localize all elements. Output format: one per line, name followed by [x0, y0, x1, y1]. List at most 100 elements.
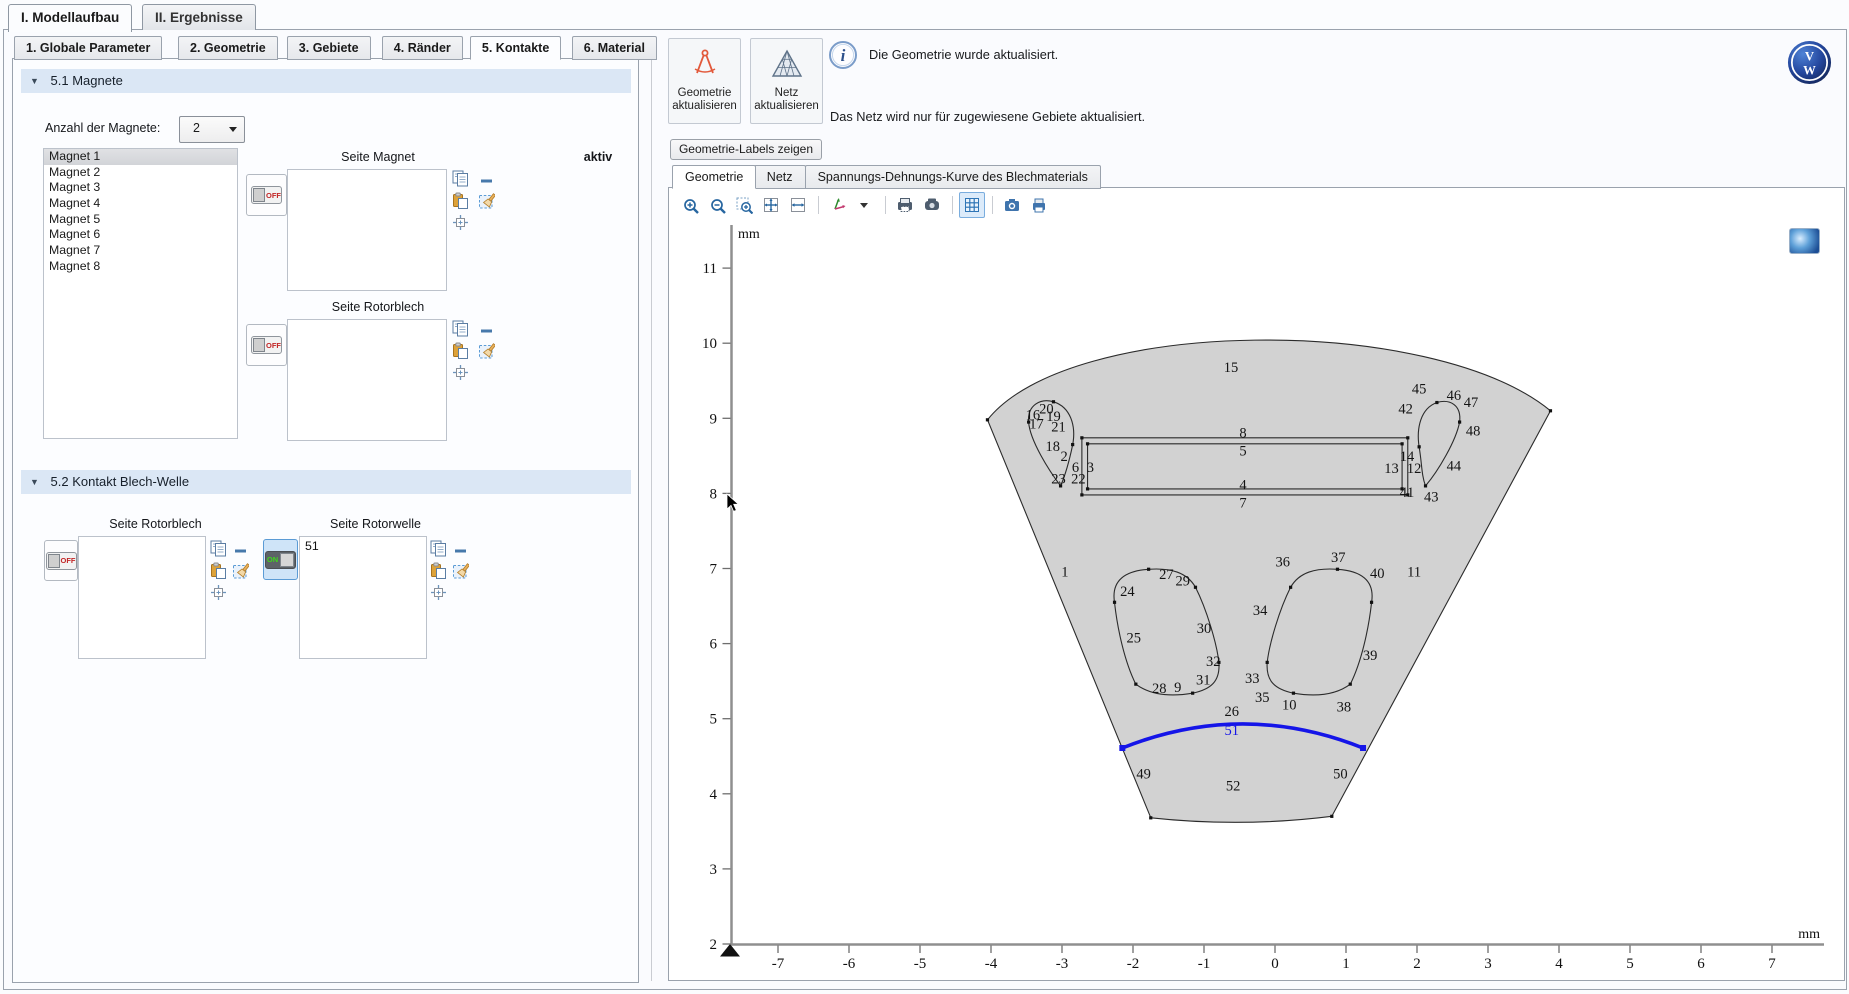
magnet-list-item[interactable]: Magnet 7 [44, 243, 237, 259]
x-tick-label: 2 [1413, 956, 1421, 972]
remove-icon[interactable] [232, 542, 249, 559]
tab-ergebnisse[interactable]: II. Ergebnisse [142, 4, 256, 30]
edge-label: 31 [1196, 673, 1211, 689]
paste-icon[interactable] [430, 562, 447, 579]
section-header-magnete[interactable]: ▼ 5.1 Magnete [21, 69, 631, 93]
edge-label: 23 [1051, 471, 1066, 487]
copy-icon[interactable] [430, 540, 447, 557]
geometry-vertex [1113, 601, 1116, 604]
go-to-view-button[interactable] [825, 192, 851, 218]
zoom-to-selection-icon[interactable] [452, 214, 469, 231]
x-tick-label: 3 [1484, 956, 1492, 972]
toggle-seite-magnet[interactable]: OFF [246, 174, 287, 216]
left-tab-4[interactable]: 4. Ränder [382, 36, 463, 60]
edge-label: 42 [1398, 402, 1413, 418]
group-label-seite-rotorblech: Seite Rotorblech [303, 300, 453, 314]
update-mesh-button[interactable]: Netz aktualisieren [750, 38, 823, 124]
zoom-in-button[interactable] [677, 192, 703, 218]
section-header-kontakt[interactable]: ▼ 5.2 Kontakt Blech-Welle [21, 470, 631, 494]
selection-list-seite-rotorblech[interactable] [287, 319, 447, 441]
zoom-to-selection-icon[interactable] [430, 584, 447, 601]
magnet-list-item[interactable]: Magnet 5 [44, 212, 237, 228]
magnet-list-item[interactable]: Magnet 4 [44, 196, 237, 212]
view-tab-3[interactable]: Spannungs-Dehnungs-Kurve des Blechmateri… [805, 165, 1101, 189]
y-tick-label: 4 [710, 787, 718, 803]
grid-toggle-button[interactable] [959, 192, 985, 218]
svg-text:W: W [1803, 63, 1816, 77]
copy-icon[interactable] [452, 170, 469, 187]
update-geometry-button[interactable]: Geometrie aktualisieren [668, 38, 741, 124]
y-tick-label: 8 [710, 486, 718, 502]
left-tab-1[interactable]: 1. Globale Parameter [14, 36, 162, 60]
x-tick-label: -4 [985, 956, 998, 972]
clear-selection-icon[interactable] [478, 342, 495, 359]
edge-label: 46 [1447, 388, 1462, 404]
graphics-panel: 234567891011-7-6-5-4-3-2-101234567mmmm15… [668, 187, 1845, 981]
selection-list-kontakt-rotorblech[interactable] [78, 536, 206, 659]
edge-label: 34 [1253, 603, 1268, 619]
zoom-out-button[interactable] [704, 192, 730, 218]
toolbar-separator [885, 196, 886, 214]
zoom-box-button[interactable] [731, 192, 757, 218]
magnet-list-item[interactable]: Magnet 3 [44, 180, 237, 196]
remove-icon[interactable] [452, 542, 469, 559]
print-preview-button[interactable] [892, 192, 918, 218]
geometry-plot[interactable]: 234567891011-7-6-5-4-3-2-101234567mmmm15… [669, 218, 1842, 978]
magnet-list-item[interactable]: Magnet 1 [44, 149, 237, 165]
selection-list-kontakt-rotorwelle[interactable]: 51 [299, 536, 427, 659]
snapshot-button[interactable] [999, 192, 1025, 218]
view-dropdown-caret[interactable] [852, 192, 878, 218]
copy-icon[interactable] [210, 540, 227, 557]
magnet-list[interactable]: Magnet 1Magnet 2Magnet 3Magnet 4Magnet 5… [43, 148, 238, 439]
toggle-kontakt-rotorblech[interactable]: OFF [44, 540, 78, 581]
left-tab-3[interactable]: 3. Gebiete [287, 36, 371, 60]
section-title: 5.1 Magnete [51, 73, 123, 88]
selected-edge-entry[interactable]: 51 [305, 539, 319, 553]
edge-label: 26 [1224, 704, 1239, 720]
magnet-list-item[interactable]: Magnet 2 [44, 165, 237, 181]
edge-label: 2 [1061, 449, 1068, 465]
pane-splitter[interactable] [651, 60, 652, 981]
x-tick-label: 1 [1342, 956, 1350, 972]
group-label-seite-magnet: Seite Magnet [303, 150, 453, 164]
left-tab-6[interactable]: 6. Material [572, 36, 657, 60]
x-tick-label: -3 [1056, 956, 1069, 972]
zoom-extents-button[interactable] [758, 192, 784, 218]
toolbar-separator [952, 196, 953, 214]
clear-selection-icon[interactable] [452, 562, 469, 579]
geometry-vertex [1149, 816, 1152, 819]
compass-icon [688, 47, 722, 81]
magnet-list-item[interactable]: Magnet 6 [44, 227, 237, 243]
x-tick-label: 7 [1768, 956, 1776, 972]
status-message: Die Geometrie wurde aktualisiert. [869, 47, 1058, 62]
anzahl-value: 2 [193, 121, 200, 135]
view-tab-1[interactable]: Geometrie [672, 165, 756, 189]
remove-icon[interactable] [478, 172, 495, 189]
remove-icon[interactable] [478, 322, 495, 339]
clear-selection-icon[interactable] [478, 192, 495, 209]
left-tab-2[interactable]: 2. Geometrie [178, 36, 278, 60]
tab-modellaufbau[interactable]: I. Modellaufbau [8, 4, 132, 32]
paste-icon[interactable] [452, 192, 469, 209]
print-button[interactable] [1026, 192, 1052, 218]
copy-icon[interactable] [452, 320, 469, 337]
geometry-vertex [1336, 568, 1339, 571]
x-tick-label: -7 [772, 956, 785, 972]
left-tab-5[interactable]: 5. Kontakte [470, 36, 561, 60]
paste-icon[interactable] [452, 342, 469, 359]
rotor-sector[interactable] [988, 340, 1551, 822]
copy-image-button[interactable] [919, 192, 945, 218]
show-geometry-labels-button[interactable]: Geometrie-Labels zeigen [670, 139, 822, 160]
vw-logo: V W [1786, 39, 1833, 86]
toggle-kontakt-rotorwelle[interactable]: ON [263, 539, 298, 580]
paste-icon[interactable] [210, 562, 227, 579]
pan-button[interactable] [785, 192, 811, 218]
selection-list-seite-magnet[interactable] [287, 169, 447, 291]
magnet-list-item[interactable]: Magnet 8 [44, 259, 237, 275]
zoom-to-selection-icon[interactable] [452, 364, 469, 381]
anzahl-dropdown[interactable]: 2 [179, 116, 245, 143]
view-tab-2[interactable]: Netz [754, 165, 806, 189]
clear-selection-icon[interactable] [232, 562, 249, 579]
zoom-to-selection-icon[interactable] [210, 584, 227, 601]
toggle-seite-rotorblech[interactable]: OFF [246, 324, 287, 366]
